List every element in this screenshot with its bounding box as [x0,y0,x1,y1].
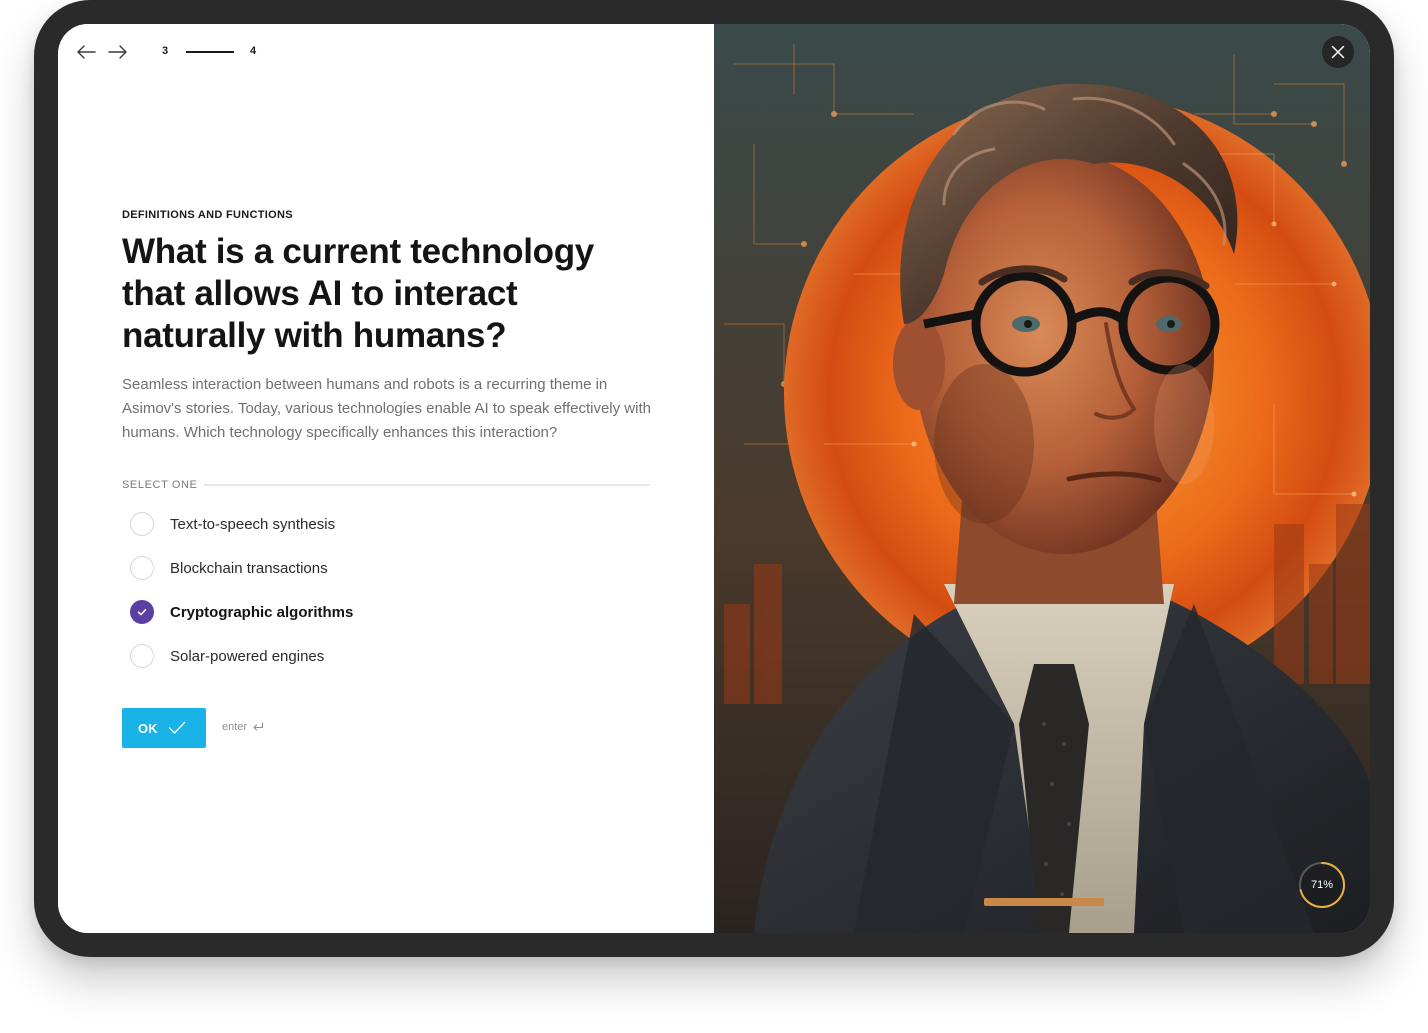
select-one-label: SELECT ONE [122,479,198,491]
enter-return-icon [253,722,264,731]
forward-button[interactable] [106,40,130,64]
select-divider [204,484,650,486]
question-description: Seamless interaction between humans and … [122,376,651,441]
enter-hint: enter [222,721,264,733]
radio-unchecked[interactable] [130,556,154,580]
ok-label: OK [138,720,158,736]
option-text-to-speech[interactable]: Text-to-speech synthesis [130,511,610,537]
question-title: What is a current technology that allows… [122,232,594,355]
quiz-screen: 3 4 DEFINITIONS AND FUNCTIONS What is a … [58,24,1370,933]
portrait-illustration [714,24,1370,933]
tablet-frame: 3 4 DEFINITIONS AND FUNCTIONS What is a … [34,0,1394,957]
close-button[interactable] [1322,36,1354,68]
progress-percent: 71% [1310,879,1334,891]
progress-indicator: 71% [1298,861,1346,909]
illustration-pane: 71% [714,24,1370,933]
check-icon [137,608,147,616]
radio-unchecked[interactable] [130,512,154,536]
arrow-left-icon [77,45,96,59]
option-blockchain[interactable]: Blockchain transactions [130,555,610,581]
arrow-right-icon [108,45,127,59]
radio-checked[interactable] [130,600,154,624]
check-icon [168,721,185,734]
option-label: Solar-powered engines [170,647,325,665]
close-icon [1331,45,1345,59]
question-pane: 3 4 DEFINITIONS AND FUNCTIONS What is a … [58,24,714,933]
enter-hint-label: enter [222,721,248,733]
ok-button[interactable]: OK [122,708,206,748]
option-label: Cryptographic algorithms [170,603,354,621]
step-progress-line [186,51,234,53]
next-step-number: 4 [250,45,257,57]
radio-unchecked[interactable] [130,644,154,668]
option-solar[interactable]: Solar-powered engines [130,643,610,669]
option-cryptographic[interactable]: Cryptographic algorithms [130,599,610,625]
back-button[interactable] [74,40,98,64]
option-label: Blockchain transactions [170,559,328,577]
question-category: DEFINITIONS AND FUNCTIONS [122,209,293,221]
current-step-number: 3 [162,45,169,57]
option-label: Text-to-speech synthesis [170,515,336,533]
